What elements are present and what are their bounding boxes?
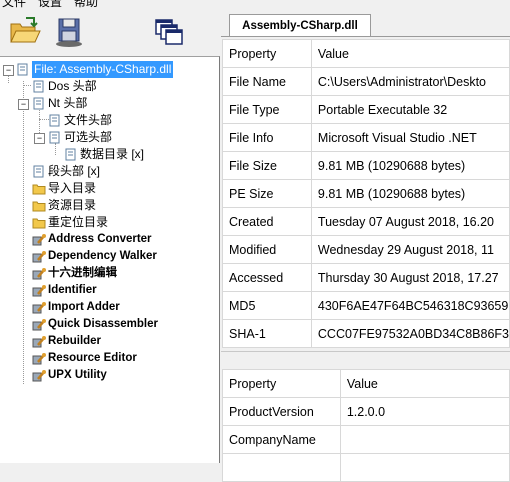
document-icon [32,97,45,110]
folder-icon [32,199,46,212]
tree-view[interactable]: − File: Assembly-CSharp.dll Dos 头部 − Nt … [0,56,220,463]
wrench-icon [32,267,46,280]
folder-icon [32,182,46,195]
document-icon [48,114,61,127]
table-row[interactable]: File Info Microsoft Visual Studio .NET [222,123,510,152]
table-row[interactable]: Created Tuesday 07 August 2018, 16.20 [222,207,510,236]
menu-file[interactable]: 文件 [2,0,26,8]
wrench-icon [32,369,46,382]
document-icon [16,63,29,76]
wrench-icon [32,301,46,314]
document-tabs: Assembly-CSharp.dll [221,14,510,37]
table-row[interactable]: Accessed Thursday 30 August 2018, 17.27 [222,263,510,292]
wrench-icon [32,250,46,263]
properties-panel: Property Value File Name C:\Users\Adminis… [221,36,510,482]
table-row[interactable]: ProductVersion 1.2.0.0 [222,397,510,426]
table-row[interactable]: MD5 430F6AE47F64BC546318C93659 [222,291,510,320]
wrench-icon [32,233,46,246]
menu-bar: 文件 设置 帮助 [0,0,510,8]
wrench-icon [32,352,46,365]
grid-header-row: Property Value [222,39,510,68]
table-row[interactable]: Modified Wednesday 29 August 2018, 11 [222,235,510,264]
file-info-grid: Property Value File Name C:\Users\Adminis… [222,39,510,348]
folder-icon [32,216,46,229]
optional-header-expander[interactable]: − [34,133,45,144]
column-header-property[interactable]: Property [222,369,341,398]
open-folder-icon[interactable] [8,14,42,48]
root-expander[interactable]: − [3,65,14,76]
table-row[interactable]: File Type Portable Executable 32 [222,95,510,124]
menu-help[interactable]: 帮助 [74,0,98,8]
document-icon [48,131,61,144]
table-row[interactable]: CompanyName [222,425,510,454]
wrench-icon [32,284,46,297]
menu-settings[interactable]: 设置 [38,0,62,8]
nt-header-expander[interactable]: − [18,99,29,110]
column-header-value[interactable]: Value [339,369,510,398]
version-info-grid: Property Value ProductVersion 1.2.0.0 Com… [222,369,510,482]
document-icon [32,165,45,178]
table-row[interactable]: File Name C:\Users\Administrator\Deskto [222,67,510,96]
column-header-property[interactable]: Property [222,39,312,68]
panel-splitter[interactable] [221,351,510,366]
table-row[interactable]: File Size 9.81 MB (10290688 bytes) [222,151,510,180]
table-row[interactable]: PE Size 9.81 MB (10290688 bytes) [222,179,510,208]
document-icon [64,148,77,161]
column-header-value[interactable]: Value [310,39,510,68]
save-disk-icon[interactable] [52,14,86,48]
tab-assembly-csharp[interactable]: Assembly-CSharp.dll [229,14,371,37]
document-icon [32,80,45,93]
cascade-windows-icon[interactable] [152,16,186,50]
grid-header-row: Property Value [222,369,510,398]
table-row[interactable] [222,453,510,482]
wrench-icon [32,318,46,331]
wrench-icon [32,335,46,348]
table-row[interactable]: SHA-1 CCC07FE97532A0BD34C8B86F3 [222,319,510,348]
